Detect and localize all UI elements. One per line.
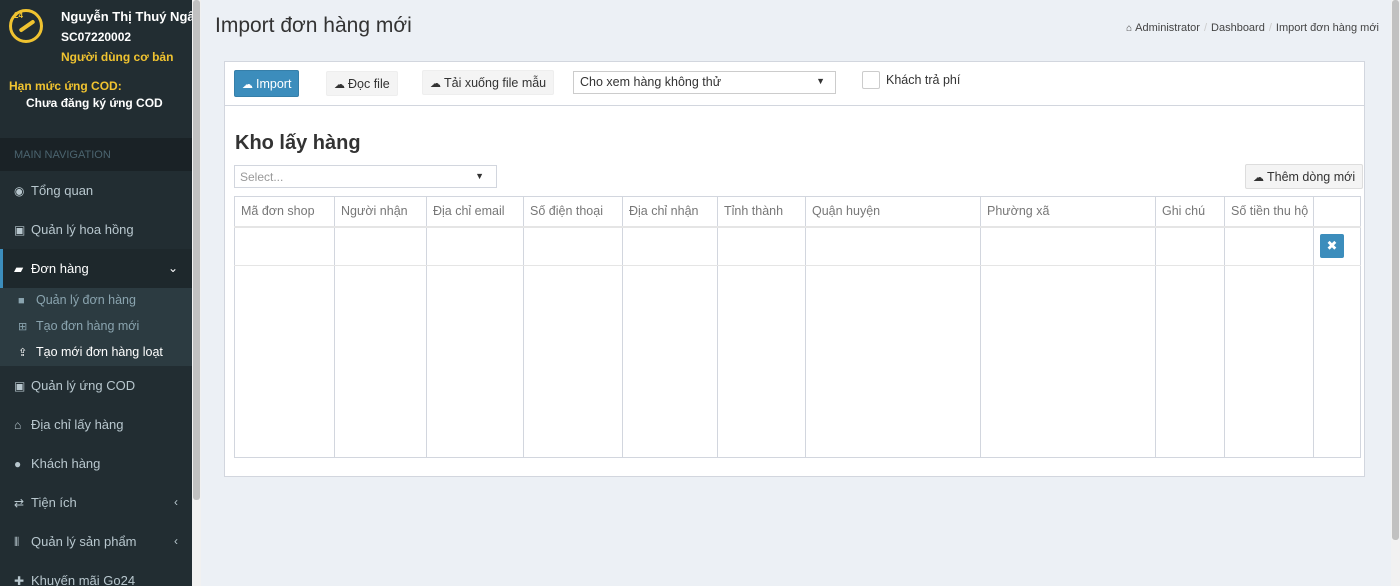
cell-cod-amount[interactable]: [1224, 226, 1314, 267]
sidebar-subitem-manage-orders[interactable]: ■ Quản lý đơn hàng: [0, 288, 192, 314]
page-scrollbar-thumb[interactable]: [1392, 0, 1399, 540]
sidebar-item-products[interactable]: ⦀ Quản lý sản phẩm ‹: [0, 522, 192, 561]
warehouse-title: Kho lấy hàng: [235, 132, 361, 154]
import-toolbar: ☁ Import ☁ Đọc file ☁ Tải xuống file mẫu Ch…: [225, 62, 1364, 106]
cod-limit-title: Hạn mức ứng COD:: [9, 79, 122, 93]
user-icon: ●: [14, 457, 22, 471]
cod-limit-value: Chưa đăng ký ứng COD: [26, 96, 163, 110]
cell-actions: ✖: [1313, 226, 1361, 267]
orders-submenu: ■ Quản lý đơn hàng ⊞ Tạo đơn hàng mới ⇪ Tạo…: [0, 288, 192, 366]
caret-down-icon: ▼: [475, 171, 484, 181]
cell-email[interactable]: [426, 226, 524, 267]
download-template-button[interactable]: ☁ Tải xuống file mẫu: [422, 70, 555, 95]
col-province: Tỉnh thành: [717, 196, 806, 228]
go24-logo-icon: [9, 9, 43, 43]
warehouse-select[interactable]: Select... ▼: [234, 165, 497, 188]
cloud-upload-icon: ☁: [334, 79, 345, 91]
breadcrumb-current: Import đơn hàng mới: [1275, 22, 1379, 34]
caret-down-icon: ▼: [816, 76, 825, 86]
col-address: Địa chỉ nhận: [622, 196, 718, 228]
cell-address[interactable]: [622, 226, 718, 267]
breadcrumb-administrator[interactable]: Administrator: [1135, 22, 1200, 34]
col-recipient: Người nhận: [334, 196, 427, 228]
upload-icon: ⇪: [18, 347, 28, 359]
sidebar: Nguyễn Thị Thuý Ngân SC07220002 Người dù…: [0, 0, 192, 586]
gift-icon: ✚: [14, 574, 25, 586]
sidebar-item-pickup-address[interactable]: ⌂ Địa chỉ lấy hàng: [0, 405, 192, 444]
cloud-download-icon: ☁: [430, 78, 441, 90]
import-box: ☁ Import ☁ Đọc file ☁ Tải xuống file mẫu Ch…: [224, 61, 1365, 477]
main-nav-header: MAIN NAVIGATION: [0, 138, 192, 171]
col-actions: [1313, 196, 1361, 228]
user-panel: Nguyễn Thị Thuý Ngân SC07220002 Người dù…: [0, 0, 192, 72]
chevron-down-icon: ⌄: [167, 261, 178, 275]
read-file-button[interactable]: ☁ Đọc file: [326, 71, 398, 96]
cell-ward[interactable]: [980, 226, 1156, 267]
col-note: Ghi chú: [1155, 196, 1225, 228]
main-menu: ◉ Tổng quan ▣ Quản lý hoa hồng ▰ Đơn hàng ⌄…: [0, 171, 192, 586]
cart-icon: ⊞: [18, 321, 28, 333]
orders-table: Mã đơn shop Người nhận Địa chỉ email Số …: [234, 196, 1361, 458]
chevron-left-icon: ‹: [174, 495, 178, 509]
cell-province[interactable]: [717, 226, 806, 267]
page-scrollbar[interactable]: [1391, 0, 1400, 586]
cell-phone[interactable]: [523, 226, 623, 267]
money-icon: ▣: [14, 379, 26, 393]
user-name: Nguyễn Thị Thuý Ngân: [61, 9, 192, 24]
delete-row-button[interactable]: ✖: [1320, 234, 1344, 259]
sidebar-scrollbar[interactable]: [192, 0, 201, 586]
col-ward: Phường xã: [980, 196, 1156, 228]
chevron-left-icon: ‹: [174, 534, 178, 548]
exchange-icon: ⇄: [14, 496, 25, 510]
bank-icon: ⌂: [14, 418, 22, 432]
breadcrumb: ⌂ Administrator / Dashboard / Import đơn hàng…: [1126, 22, 1379, 34]
col-email: Địa chỉ email: [426, 196, 524, 228]
truck-icon: ■: [18, 295, 25, 307]
cell-district[interactable]: [805, 226, 981, 267]
money-icon: ▣: [14, 223, 26, 237]
dashboard-icon: ◉: [14, 184, 25, 198]
sidebar-subitem-bulk-create[interactable]: ⇪ Tạo mới đơn hàng loạt: [0, 340, 192, 366]
user-role: Người dùng cơ bản: [61, 50, 174, 64]
table-row: ✖: [234, 226, 1361, 267]
table-empty-area: [234, 265, 1361, 458]
cloud-upload-icon: ☁: [242, 79, 253, 91]
customer-pays-label: Khách trả phí: [886, 73, 961, 87]
cell-recipient[interactable]: [334, 226, 427, 267]
briefcase-icon: ▰: [14, 262, 24, 276]
sidebar-item-orders[interactable]: ▰ Đơn hàng ⌄: [0, 249, 192, 288]
cloud-upload-icon: ☁: [1253, 172, 1264, 184]
sidebar-item-cod[interactable]: ▣ Quản lý ứng COD: [0, 366, 192, 405]
sidebar-item-overview[interactable]: ◉ Tổng quan: [0, 171, 192, 210]
show-goods-select[interactable]: Cho xem hàng không thử ▼: [573, 71, 836, 94]
home-icon: ⌂: [1126, 23, 1133, 34]
cell-shop-order-code[interactable]: [234, 226, 335, 267]
customer-pays-checkbox[interactable]: [862, 71, 880, 89]
sidebar-item-customers[interactable]: ● Khách hàng: [0, 444, 192, 483]
import-button[interactable]: ☁ Import: [234, 70, 300, 97]
col-cod-amount: Số tiền thu hộ: [1224, 196, 1314, 228]
sidebar-scrollbar-thumb[interactable]: [193, 0, 200, 500]
breadcrumb-dashboard[interactable]: Dashboard: [1211, 22, 1265, 34]
cell-note[interactable]: [1155, 226, 1225, 267]
page-title: Import đơn hàng mới: [215, 14, 412, 37]
sidebar-item-commission[interactable]: ▣ Quản lý hoa hồng: [0, 210, 192, 249]
col-district: Quận huyện: [805, 196, 981, 228]
sidebar-item-promotions[interactable]: ✚ Khuyến mãi Go24: [0, 561, 192, 586]
add-row-button[interactable]: ☁ Thêm dòng mới: [1245, 164, 1364, 189]
user-code: SC07220002: [61, 30, 132, 44]
sidebar-item-utilities[interactable]: ⇄ Tiện ích ‹: [0, 483, 192, 522]
col-shop-order-code: Mã đơn shop: [234, 196, 335, 228]
table-header-row: Mã đơn shop Người nhận Địa chỉ email Số …: [234, 196, 1361, 228]
col-phone: Số điện thoại: [523, 196, 623, 228]
main-content: Import đơn hàng mới ⌂ Administrator / Dashb…: [201, 0, 1391, 586]
sidebar-subitem-create-order[interactable]: ⊞ Tạo đơn hàng mới: [0, 314, 192, 340]
barcode-icon: ⦀: [14, 535, 20, 549]
